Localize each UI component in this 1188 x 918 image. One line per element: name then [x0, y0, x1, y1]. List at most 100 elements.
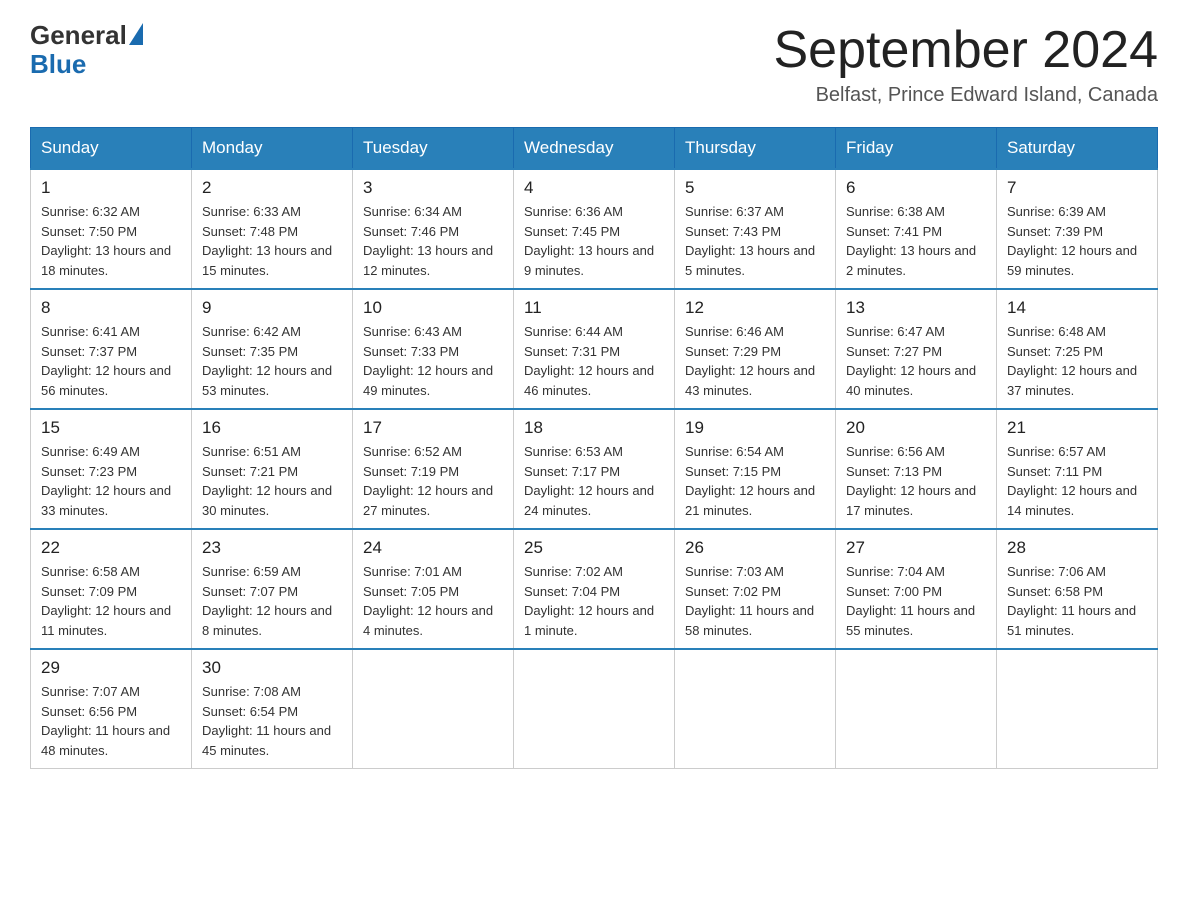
calendar-week-2: 8 Sunrise: 6:41 AMSunset: 7:37 PMDaylight… — [31, 289, 1158, 409]
day-info: Sunrise: 6:48 AMSunset: 7:25 PMDaylight:… — [1007, 322, 1147, 400]
day-info: Sunrise: 7:07 AMSunset: 6:56 PMDaylight:… — [41, 682, 181, 760]
day-info: Sunrise: 6:43 AMSunset: 7:33 PMDaylight:… — [363, 322, 503, 400]
calendar-empty-cell — [514, 649, 675, 769]
day-number: 14 — [1007, 298, 1147, 318]
day-number: 30 — [202, 658, 342, 678]
calendar-day-23: 23 Sunrise: 6:59 AMSunset: 7:07 PMDayligh… — [192, 529, 353, 649]
title-section: September 2024 Belfast, Prince Edward Is… — [774, 20, 1159, 107]
calendar-day-12: 12 Sunrise: 6:46 AMSunset: 7:29 PMDayligh… — [675, 289, 836, 409]
calendar-day-1: 1 Sunrise: 6:32 AMSunset: 7:50 PMDaylight… — [31, 169, 192, 289]
day-number: 11 — [524, 298, 664, 318]
day-info: Sunrise: 6:46 AMSunset: 7:29 PMDaylight:… — [685, 322, 825, 400]
calendar-day-19: 19 Sunrise: 6:54 AMSunset: 7:15 PMDayligh… — [675, 409, 836, 529]
day-info: Sunrise: 7:06 AMSunset: 6:58 PMDaylight:… — [1007, 562, 1147, 640]
calendar-day-4: 4 Sunrise: 6:36 AMSunset: 7:45 PMDaylight… — [514, 169, 675, 289]
calendar-day-18: 18 Sunrise: 6:53 AMSunset: 7:17 PMDayligh… — [514, 409, 675, 529]
calendar-day-15: 15Sunrise: 6:49 AMSunset: 7:23 PMDayligh… — [31, 409, 192, 529]
day-info: Sunrise: 6:33 AMSunset: 7:48 PMDaylight:… — [202, 202, 342, 280]
calendar-day-21: 21 Sunrise: 6:57 AMSunset: 7:11 PMDayligh… — [997, 409, 1158, 529]
calendar-day-9: 9 Sunrise: 6:42 AMSunset: 7:35 PMDaylight… — [192, 289, 353, 409]
calendar-day-7: 7 Sunrise: 6:39 AMSunset: 7:39 PMDaylight… — [997, 169, 1158, 289]
weekday-header-sunday: Sunday — [31, 128, 192, 170]
weekday-header-wednesday: Wednesday — [514, 128, 675, 170]
day-number: 21 — [1007, 418, 1147, 438]
month-year-title: September 2024 — [774, 20, 1159, 80]
calendar-header: SundayMondayTuesdayWednesdayThursdayFrid… — [31, 128, 1158, 170]
logo-blue-text: Blue — [30, 49, 86, 80]
day-number: 3 — [363, 178, 503, 198]
day-info: Sunrise: 6:32 AMSunset: 7:50 PMDaylight:… — [41, 202, 181, 280]
day-number: 28 — [1007, 538, 1147, 558]
day-info: Sunrise: 6:51 AMSunset: 7:21 PMDaylight:… — [202, 442, 342, 520]
day-number: 15 — [41, 418, 181, 438]
day-info: Sunrise: 6:56 AMSunset: 7:13 PMDaylight:… — [846, 442, 986, 520]
calendar-day-2: 2Sunrise: 6:33 AMSunset: 7:48 PMDaylight… — [192, 169, 353, 289]
weekday-row: SundayMondayTuesdayWednesdayThursdayFrid… — [31, 128, 1158, 170]
day-number: 22 — [41, 538, 181, 558]
day-info: Sunrise: 6:42 AMSunset: 7:35 PMDaylight:… — [202, 322, 342, 400]
logo-triangle-icon — [129, 23, 143, 45]
day-info: Sunrise: 6:47 AMSunset: 7:27 PMDaylight:… — [846, 322, 986, 400]
day-number: 20 — [846, 418, 986, 438]
weekday-header-thursday: Thursday — [675, 128, 836, 170]
day-number: 25 — [524, 538, 664, 558]
calendar-table: SundayMondayTuesdayWednesdayThursdayFrid… — [30, 127, 1158, 769]
day-info: Sunrise: 6:59 AMSunset: 7:07 PMDaylight:… — [202, 562, 342, 640]
weekday-header-tuesday: Tuesday — [353, 128, 514, 170]
logo: General Blue — [30, 20, 143, 80]
calendar-week-4: 22 Sunrise: 6:58 AMSunset: 7:09 PMDayligh… — [31, 529, 1158, 649]
day-number: 12 — [685, 298, 825, 318]
calendar-day-28: 28 Sunrise: 7:06 AMSunset: 6:58 PMDayligh… — [997, 529, 1158, 649]
day-info: Sunrise: 6:53 AMSunset: 7:17 PMDaylight:… — [524, 442, 664, 520]
weekday-header-friday: Friday — [836, 128, 997, 170]
logo-general-text: General — [30, 20, 127, 51]
day-info: Sunrise: 7:04 AMSunset: 7:00 PMDaylight:… — [846, 562, 986, 640]
weekday-header-monday: Monday — [192, 128, 353, 170]
day-number: 16 — [202, 418, 342, 438]
calendar-day-25: 25 Sunrise: 7:02 AMSunset: 7:04 PMDayligh… — [514, 529, 675, 649]
calendar-day-5: 5 Sunrise: 6:37 AMSunset: 7:43 PMDaylight… — [675, 169, 836, 289]
day-info: Sunrise: 7:03 AMSunset: 7:02 PMDaylight:… — [685, 562, 825, 640]
day-number: 7 — [1007, 178, 1147, 198]
day-number: 27 — [846, 538, 986, 558]
day-number: 10 — [363, 298, 503, 318]
calendar-day-6: 6Sunrise: 6:38 AMSunset: 7:41 PMDaylight… — [836, 169, 997, 289]
day-info: Sunrise: 6:57 AMSunset: 7:11 PMDaylight:… — [1007, 442, 1147, 520]
day-info: Sunrise: 7:02 AMSunset: 7:04 PMDaylight:… — [524, 562, 664, 640]
location-subtitle: Belfast, Prince Edward Island, Canada — [774, 84, 1159, 107]
day-number: 9 — [202, 298, 342, 318]
calendar-week-1: 1 Sunrise: 6:32 AMSunset: 7:50 PMDaylight… — [31, 169, 1158, 289]
day-number: 23 — [202, 538, 342, 558]
calendar-day-27: 27 Sunrise: 7:04 AMSunset: 7:00 PMDayligh… — [836, 529, 997, 649]
day-info: Sunrise: 6:58 AMSunset: 7:09 PMDaylight:… — [41, 562, 181, 640]
day-info: Sunrise: 7:01 AMSunset: 7:05 PMDaylight:… — [363, 562, 503, 640]
calendar-day-13: 13Sunrise: 6:47 AMSunset: 7:27 PMDayligh… — [836, 289, 997, 409]
day-number: 6 — [846, 178, 986, 198]
day-info: Sunrise: 6:41 AMSunset: 7:37 PMDaylight:… — [41, 322, 181, 400]
day-number: 5 — [685, 178, 825, 198]
calendar-week-3: 15Sunrise: 6:49 AMSunset: 7:23 PMDayligh… — [31, 409, 1158, 529]
day-number: 1 — [41, 178, 181, 198]
page-header: General Blue September 2024 Belfast, Pri… — [30, 20, 1158, 107]
day-info: Sunrise: 6:36 AMSunset: 7:45 PMDaylight:… — [524, 202, 664, 280]
day-info: Sunrise: 6:34 AMSunset: 7:46 PMDaylight:… — [363, 202, 503, 280]
calendar-body: 1 Sunrise: 6:32 AMSunset: 7:50 PMDaylight… — [31, 169, 1158, 769]
day-number: 26 — [685, 538, 825, 558]
calendar-day-11: 11Sunrise: 6:44 AMSunset: 7:31 PMDayligh… — [514, 289, 675, 409]
calendar-day-3: 3 Sunrise: 6:34 AMSunset: 7:46 PMDaylight… — [353, 169, 514, 289]
calendar-empty-cell — [836, 649, 997, 769]
day-info: Sunrise: 6:54 AMSunset: 7:15 PMDaylight:… — [685, 442, 825, 520]
day-number: 18 — [524, 418, 664, 438]
day-number: 8 — [41, 298, 181, 318]
day-info: Sunrise: 6:39 AMSunset: 7:39 PMDaylight:… — [1007, 202, 1147, 280]
calendar-day-20: 20 Sunrise: 6:56 AMSunset: 7:13 PMDayligh… — [836, 409, 997, 529]
calendar-day-17: 17Sunrise: 6:52 AMSunset: 7:19 PMDayligh… — [353, 409, 514, 529]
day-number: 19 — [685, 418, 825, 438]
calendar-day-30: 30Sunrise: 7:08 AMSunset: 6:54 PMDayligh… — [192, 649, 353, 769]
calendar-week-5: 29Sunrise: 7:07 AMSunset: 6:56 PMDayligh… — [31, 649, 1158, 769]
day-info: Sunrise: 6:52 AMSunset: 7:19 PMDaylight:… — [363, 442, 503, 520]
calendar-empty-cell — [675, 649, 836, 769]
day-info: Sunrise: 6:37 AMSunset: 7:43 PMDaylight:… — [685, 202, 825, 280]
calendar-day-8: 8 Sunrise: 6:41 AMSunset: 7:37 PMDaylight… — [31, 289, 192, 409]
day-number: 4 — [524, 178, 664, 198]
